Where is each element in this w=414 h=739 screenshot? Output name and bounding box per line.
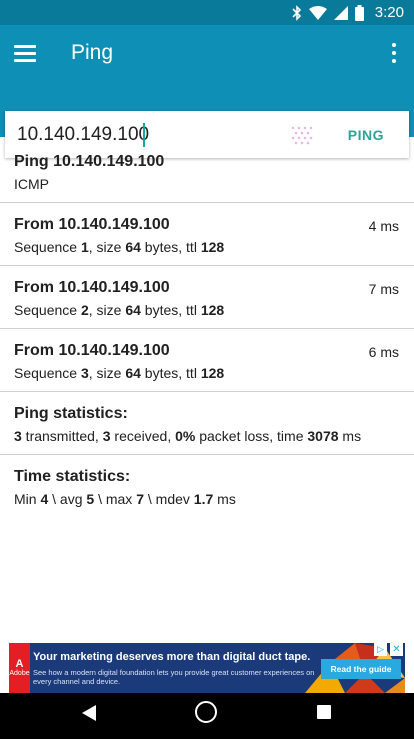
ping-statistics-row: Ping statistics: 3 transmitted, 3 receiv… xyxy=(0,392,414,455)
reply-time: 4 ms xyxy=(368,218,399,234)
home-circle-icon[interactable] xyxy=(195,701,217,723)
recent-apps-square-icon[interactable] xyxy=(317,705,331,719)
time-statistics-row: Time statistics: Min 4 \ avg 5 \ max 7 \… xyxy=(0,455,414,518)
ping-header-row: Ping 10.140.149.100 ICMP xyxy=(0,140,414,203)
app-bar: Ping 10.140.149.100 PING xyxy=(0,25,414,158)
reply-ttl: 128 xyxy=(200,365,225,381)
bluetooth-icon xyxy=(292,4,301,21)
ad-headline: Your marketing deserves more than digita… xyxy=(33,651,311,663)
results-list: Ping 10.140.149.100 ICMP From 10.140.149… xyxy=(0,140,414,518)
reply-row: From 10.140.149.100 4 ms Sequence 1, siz… xyxy=(0,203,414,266)
reply-details: Sequence 3, size 64 bytes, ttl 128 xyxy=(14,365,225,381)
reply-row: From 10.140.149.100 6 ms Sequence 3, siz… xyxy=(0,329,414,392)
ping-statistics-details: 3 transmitted, 3 received, 0% packet los… xyxy=(14,428,362,444)
reply-details: Sequence 1, size 64 bytes, ttl 128 xyxy=(14,239,225,255)
signal-icon xyxy=(333,5,348,20)
reply-size: 64 xyxy=(125,239,141,255)
wifi-icon xyxy=(308,5,327,20)
ad-cta-button[interactable]: Read the guide xyxy=(321,659,401,679)
adobe-logo: A Adobe xyxy=(9,643,30,693)
reply-time: 7 ms xyxy=(368,281,399,297)
reply-source: From 10.140.149.100 xyxy=(14,342,170,359)
reply-source: From 10.140.149.100 xyxy=(14,216,170,233)
protocol-label: ICMP xyxy=(14,176,49,192)
back-triangle-icon[interactable] xyxy=(82,705,96,721)
close-icon[interactable]: ✕ xyxy=(390,643,403,656)
status-icons: 3:20 xyxy=(292,4,404,21)
reply-sequence: 3 xyxy=(80,365,89,381)
reply-size: 64 xyxy=(125,365,141,381)
status-bar: 3:20 xyxy=(0,0,414,25)
ping-statistics-title: Ping statistics: xyxy=(14,405,128,422)
status-time: 3:20 xyxy=(374,4,404,21)
adchoices-icon[interactable]: ▷ xyxy=(374,643,387,656)
reply-sequence: 1 xyxy=(80,239,89,255)
reply-sequence: 2 xyxy=(80,302,89,318)
time-statistics-title: Time statistics: xyxy=(14,468,131,485)
reply-ttl: 128 xyxy=(200,302,225,318)
hamburger-menu-icon[interactable] xyxy=(14,41,38,65)
ad-banner[interactable]: A Adobe Your marketing deserves more tha… xyxy=(9,643,405,693)
reply-time: 6 ms xyxy=(368,344,399,360)
time-statistics-details: Min 4 \ avg 5 \ max 7 \ mdev 1.7 ms xyxy=(14,491,236,507)
reply-source: From 10.140.149.100 xyxy=(14,279,170,296)
more-vert-icon[interactable] xyxy=(390,43,398,63)
reply-ttl: 128 xyxy=(200,239,225,255)
ad-body: See how a modern digital foundation lets… xyxy=(33,668,315,686)
reply-details: Sequence 2, size 64 bytes, ttl 128 xyxy=(14,302,225,318)
page-title: Ping xyxy=(71,41,114,64)
battery-icon xyxy=(354,4,364,21)
reply-row: From 10.140.149.100 7 ms Sequence 2, siz… xyxy=(0,266,414,329)
reply-size: 64 xyxy=(125,302,141,318)
ping-target-title: Ping 10.140.149.100 xyxy=(14,153,165,170)
system-nav-bar xyxy=(0,693,414,739)
